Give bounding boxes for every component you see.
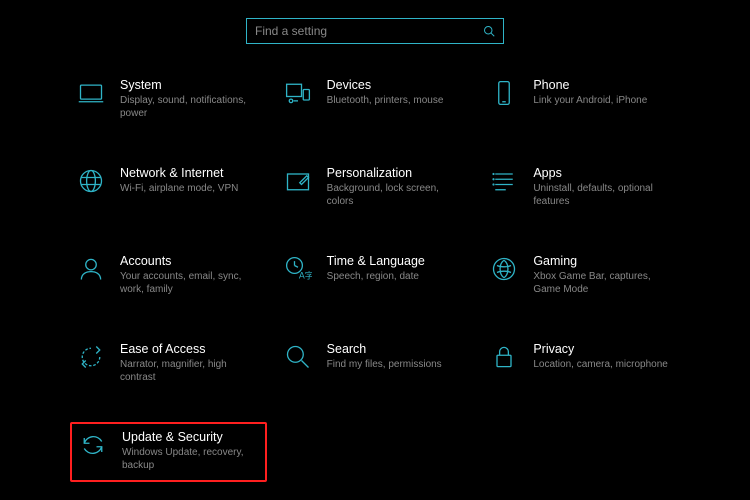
search-container <box>0 0 750 74</box>
time-language-icon: A字 <box>283 254 313 284</box>
tile-title: System <box>120 78 260 92</box>
tile-text: Devices Bluetooth, printers, mouse <box>327 78 444 107</box>
tile-text: Accounts Your accounts, email, sync, wor… <box>120 254 260 296</box>
tile-privacy[interactable]: Privacy Location, camera, microphone <box>483 338 680 388</box>
tile-search[interactable]: Search Find my files, permissions <box>277 338 474 388</box>
search-box[interactable] <box>246 18 504 44</box>
tile-text: System Display, sound, notifications, po… <box>120 78 260 120</box>
tile-title: Privacy <box>533 342 668 356</box>
search-input[interactable] <box>255 24 483 38</box>
tile-title: Personalization <box>327 166 467 180</box>
tile-gaming[interactable]: Gaming Xbox Game Bar, captures, Game Mod… <box>483 250 680 300</box>
apps-icon <box>489 166 519 196</box>
tile-sub: Xbox Game Bar, captures, Game Mode <box>533 270 673 296</box>
tile-title: Time & Language <box>327 254 425 268</box>
tile-sub: Background, lock screen, colors <box>327 182 467 208</box>
update-security-icon <box>78 430 108 460</box>
tile-sub: Wi-Fi, airplane mode, VPN <box>120 182 238 195</box>
tile-sub: Windows Update, recovery, backup <box>122 446 259 472</box>
tile-text: Apps Uninstall, defaults, optional featu… <box>533 166 673 208</box>
tile-title: Accounts <box>120 254 260 268</box>
tile-sub: Find my files, permissions <box>327 358 442 371</box>
accounts-icon <box>76 254 106 284</box>
tile-title: Network & Internet <box>120 166 238 180</box>
devices-icon <box>283 78 313 108</box>
tile-personalization[interactable]: Personalization Background, lock screen,… <box>277 162 474 212</box>
personalization-icon <box>283 166 313 196</box>
gaming-icon <box>489 254 519 284</box>
tile-accounts[interactable]: Accounts Your accounts, email, sync, wor… <box>70 250 267 300</box>
tile-phone[interactable]: Phone Link your Android, iPhone <box>483 74 680 124</box>
search-tile-icon <box>283 342 313 372</box>
tile-apps[interactable]: Apps Uninstall, defaults, optional featu… <box>483 162 680 212</box>
tile-sub: Speech, region, date <box>327 270 425 283</box>
tile-title: Gaming <box>533 254 673 268</box>
tile-title: Ease of Access <box>120 342 260 356</box>
tile-title: Phone <box>533 78 647 92</box>
tile-sub: Link your Android, iPhone <box>533 94 647 107</box>
ease-of-access-icon <box>76 342 106 372</box>
tile-title: Apps <box>533 166 673 180</box>
network-icon <box>76 166 106 196</box>
tile-time-language[interactable]: A字 Time & Language Speech, region, date <box>277 250 474 300</box>
system-icon <box>76 78 106 108</box>
tile-text: Privacy Location, camera, microphone <box>533 342 668 371</box>
tile-sub: Location, camera, microphone <box>533 358 668 371</box>
tile-text: Gaming Xbox Game Bar, captures, Game Mod… <box>533 254 673 296</box>
tile-sub: Bluetooth, printers, mouse <box>327 94 444 107</box>
tile-ease-of-access[interactable]: Ease of Access Narrator, magnifier, high… <box>70 338 267 388</box>
tile-text: Network & Internet Wi-Fi, airplane mode,… <box>120 166 238 195</box>
tile-text: Time & Language Speech, region, date <box>327 254 425 283</box>
tile-text: Ease of Access Narrator, magnifier, high… <box>120 342 260 384</box>
tile-title: Update & Security <box>122 430 259 444</box>
tile-text: Update & Security Windows Update, recove… <box>122 430 259 472</box>
tile-title: Devices <box>327 78 444 92</box>
tile-sub: Display, sound, notifications, power <box>120 94 260 120</box>
tile-system[interactable]: System Display, sound, notifications, po… <box>70 74 267 124</box>
privacy-icon <box>489 342 519 372</box>
tile-text: Personalization Background, lock screen,… <box>327 166 467 208</box>
tile-update-security[interactable]: Update & Security Windows Update, recove… <box>70 422 267 482</box>
tile-text: Phone Link your Android, iPhone <box>533 78 647 107</box>
tile-devices[interactable]: Devices Bluetooth, printers, mouse <box>277 74 474 124</box>
tile-network[interactable]: Network & Internet Wi-Fi, airplane mode,… <box>70 162 267 212</box>
tile-sub: Narrator, magnifier, high contrast <box>120 358 260 384</box>
svg-text:A字: A字 <box>299 270 312 281</box>
tile-sub: Uninstall, defaults, optional features <box>533 182 673 208</box>
search-icon[interactable] <box>483 25 495 37</box>
settings-grid: System Display, sound, notifications, po… <box>0 74 750 482</box>
tile-sub: Your accounts, email, sync, work, family <box>120 270 260 296</box>
tile-title: Search <box>327 342 442 356</box>
phone-icon <box>489 78 519 108</box>
tile-text: Search Find my files, permissions <box>327 342 442 371</box>
